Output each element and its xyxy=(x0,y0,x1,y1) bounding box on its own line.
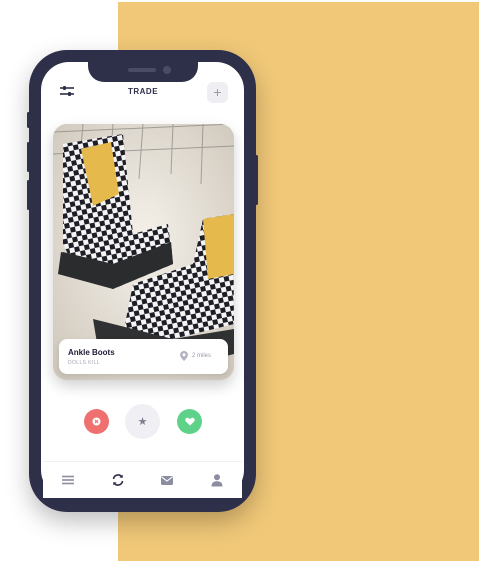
sync-icon[interactable] xyxy=(111,473,125,487)
phone-volume-up xyxy=(27,142,30,172)
dislike-button[interactable] xyxy=(84,409,109,434)
phone-speaker xyxy=(128,68,156,72)
page-title: TRADE xyxy=(127,87,159,96)
phone-power-button xyxy=(255,155,258,205)
plus-icon: + xyxy=(213,84,222,100)
user-icon[interactable] xyxy=(210,473,224,487)
item-info-panel[interactable]: Ankle Boots DOLLS KILL 2 miles xyxy=(59,339,228,374)
item-brand: DOLLS KILL xyxy=(68,360,101,366)
sliders-icon[interactable] xyxy=(59,84,75,98)
star-icon: ★ xyxy=(137,416,148,428)
phone-mute-switch xyxy=(27,112,30,128)
add-button[interactable]: + xyxy=(207,82,228,103)
menu-icon[interactable] xyxy=(61,473,75,487)
phone-volume-down xyxy=(27,180,30,210)
phone-camera xyxy=(163,66,171,74)
favorite-button[interactable]: ★ xyxy=(125,404,160,439)
like-button[interactable] xyxy=(177,409,202,434)
mail-icon[interactable] xyxy=(160,473,174,487)
item-distance: 2 miles xyxy=(192,353,212,359)
item-name: Ankle Boots xyxy=(68,348,115,357)
map-pin-icon xyxy=(180,351,188,361)
x-icon xyxy=(92,417,101,426)
heart-icon xyxy=(184,417,195,426)
